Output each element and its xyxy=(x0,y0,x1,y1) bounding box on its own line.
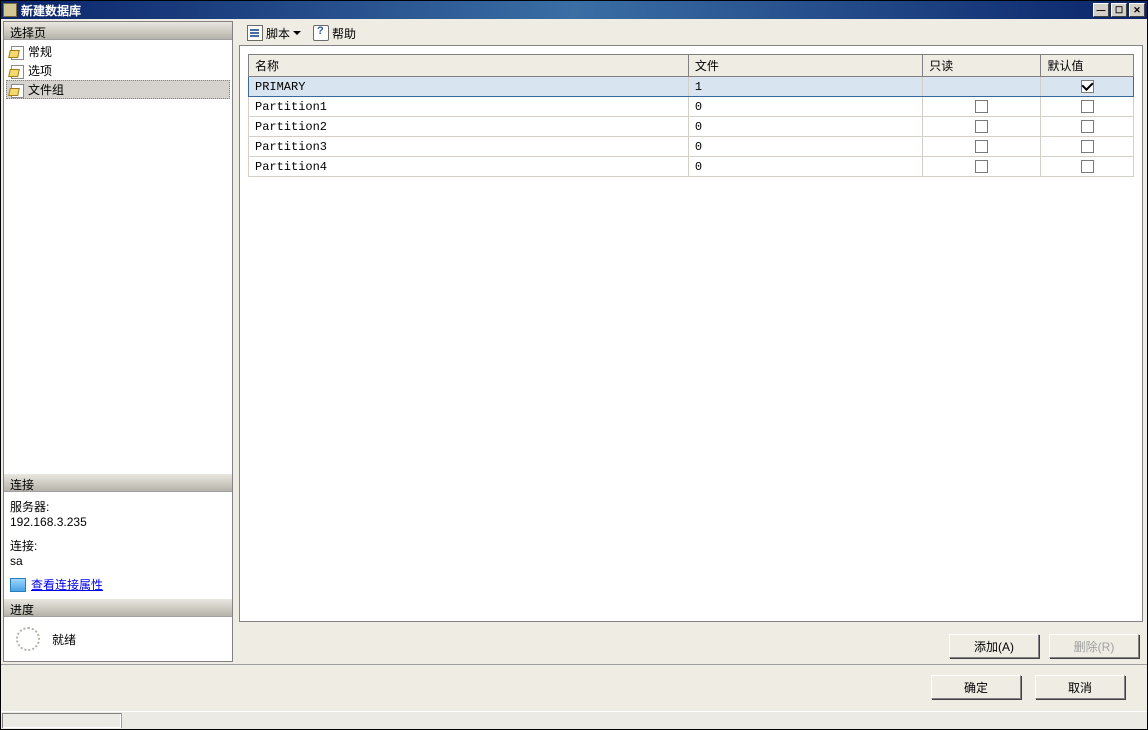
table-header-row: 名称 文件 只读 默认值 xyxy=(249,55,1134,77)
table-row[interactable]: Partition10 xyxy=(249,97,1134,117)
readonly-checkbox[interactable] xyxy=(975,140,988,153)
spinner-icon xyxy=(16,627,40,651)
titlebar: 新建数据库 — ☐ ✕ xyxy=(1,1,1147,19)
toolbar: 脚本 帮助 xyxy=(239,21,1143,45)
cell-files[interactable]: 0 xyxy=(688,137,922,157)
cell-files[interactable]: 0 xyxy=(688,157,922,177)
add-button[interactable]: 添加(A) xyxy=(949,634,1039,658)
readonly-checkbox[interactable] xyxy=(975,160,988,173)
script-button[interactable]: 脚本 xyxy=(243,24,305,43)
dropdown-arrow-icon xyxy=(293,31,301,35)
progress-section: 就绪 xyxy=(4,617,232,661)
minimize-icon: — xyxy=(1097,5,1106,15)
nav-label-general: 常规 xyxy=(28,43,52,60)
dialog-body: 选择页 常规 选项 文件组 连接 xyxy=(1,19,1147,711)
col-header-files[interactable]: 文件 xyxy=(688,55,922,77)
close-button[interactable]: ✕ xyxy=(1129,3,1145,17)
connection-section: 服务器: 192.168.3.235 连接: sa 查看连接属性 xyxy=(4,492,232,599)
remove-button[interactable]: 删除(R) xyxy=(1049,634,1139,658)
nav-item-filegroups[interactable]: 文件组 xyxy=(6,80,230,99)
grid-container: 名称 文件 只读 默认值 PRIMARY1Partition10Partitio… xyxy=(239,45,1143,622)
cell-readonly[interactable] xyxy=(923,117,1041,137)
cell-default[interactable] xyxy=(1041,97,1134,117)
maximize-icon: ☐ xyxy=(1115,5,1123,16)
col-header-default[interactable]: 默认值 xyxy=(1041,55,1134,77)
nav-label-filegroups: 文件组 xyxy=(28,81,64,98)
nav-item-general[interactable]: 常规 xyxy=(6,42,230,61)
grid-filler xyxy=(248,177,1134,613)
cell-default[interactable] xyxy=(1041,137,1134,157)
view-props-link[interactable]: 查看连接属性 xyxy=(31,576,103,593)
minimize-button[interactable]: — xyxy=(1093,3,1109,17)
cell-default[interactable] xyxy=(1041,117,1134,137)
cell-name[interactable]: PRIMARY xyxy=(249,77,689,97)
statusbar-segment xyxy=(2,713,122,728)
conn-value: sa xyxy=(10,554,226,568)
cell-readonly[interactable] xyxy=(923,77,1041,97)
right-pane: 脚本 帮助 名称 文件 只读 xyxy=(233,19,1147,664)
grid-buttons: 添加(A) 删除(R) xyxy=(239,622,1143,660)
table-row[interactable]: Partition40 xyxy=(249,157,1134,177)
app-icon xyxy=(3,3,17,17)
readonly-checkbox[interactable] xyxy=(975,120,988,133)
page-icon xyxy=(9,83,25,97)
readonly-checkbox[interactable] xyxy=(975,100,988,113)
cell-name[interactable]: Partition2 xyxy=(249,117,689,137)
nav-item-options[interactable]: 选项 xyxy=(6,61,230,80)
ok-button[interactable]: 确定 xyxy=(931,675,1021,699)
col-header-name[interactable]: 名称 xyxy=(249,55,689,77)
page-icon xyxy=(9,45,25,59)
nav-label-options: 选项 xyxy=(28,62,52,79)
window-title: 新建数据库 xyxy=(21,2,81,19)
help-button[interactable]: 帮助 xyxy=(309,24,360,43)
nav-spacer xyxy=(4,101,232,474)
cancel-button[interactable]: 取消 xyxy=(1035,675,1125,699)
default-checkbox[interactable] xyxy=(1081,160,1094,173)
close-icon: ✕ xyxy=(1133,5,1141,16)
view-connection-props[interactable]: 查看连接属性 xyxy=(10,576,226,593)
cell-files[interactable]: 0 xyxy=(688,97,922,117)
progress-status: 就绪 xyxy=(52,631,76,648)
maximize-button[interactable]: ☐ xyxy=(1111,3,1127,17)
cell-readonly[interactable] xyxy=(923,157,1041,177)
filegroups-table: 名称 文件 只读 默认值 PRIMARY1Partition10Partitio… xyxy=(248,54,1134,177)
conn-label: 连接: xyxy=(10,537,226,554)
server-label: 服务器: xyxy=(10,498,226,515)
col-header-readonly[interactable]: 只读 xyxy=(923,55,1041,77)
script-icon xyxy=(247,25,263,41)
cell-files[interactable]: 0 xyxy=(688,117,922,137)
default-checkbox[interactable] xyxy=(1081,100,1094,113)
window-controls: — ☐ ✕ xyxy=(1091,3,1145,17)
nav-list: 常规 选项 文件组 xyxy=(4,40,232,101)
default-checkbox[interactable] xyxy=(1081,140,1094,153)
select-page-header: 选择页 xyxy=(4,22,232,40)
upper-area: 选择页 常规 选项 文件组 连接 xyxy=(1,19,1147,664)
cell-default[interactable] xyxy=(1041,157,1134,177)
statusbar xyxy=(1,711,1147,729)
dialog-footer: 确定 取消 xyxy=(1,664,1147,711)
properties-icon xyxy=(10,578,26,592)
cell-readonly[interactable] xyxy=(923,97,1041,117)
cell-default[interactable] xyxy=(1041,77,1134,97)
page-icon xyxy=(9,64,25,78)
table-row[interactable]: Partition20 xyxy=(249,117,1134,137)
table-row[interactable]: PRIMARY1 xyxy=(249,77,1134,97)
server-value: 192.168.3.235 xyxy=(10,515,226,529)
cell-name[interactable]: Partition1 xyxy=(249,97,689,117)
cell-name[interactable]: Partition3 xyxy=(249,137,689,157)
cell-readonly[interactable] xyxy=(923,137,1041,157)
table-row[interactable]: Partition30 xyxy=(249,137,1134,157)
progress-header: 进度 xyxy=(4,599,232,617)
dialog-window: 新建数据库 — ☐ ✕ 选择页 常规 选项 xyxy=(0,0,1148,730)
help-label: 帮助 xyxy=(332,25,356,42)
connection-header: 连接 xyxy=(4,474,232,492)
cell-name[interactable]: Partition4 xyxy=(249,157,689,177)
help-icon xyxy=(313,25,329,41)
script-label: 脚本 xyxy=(266,25,290,42)
cell-files[interactable]: 1 xyxy=(688,77,922,97)
left-pane: 选择页 常规 选项 文件组 连接 xyxy=(3,21,233,662)
default-checkbox[interactable] xyxy=(1081,120,1094,133)
default-checkbox[interactable] xyxy=(1081,80,1094,93)
